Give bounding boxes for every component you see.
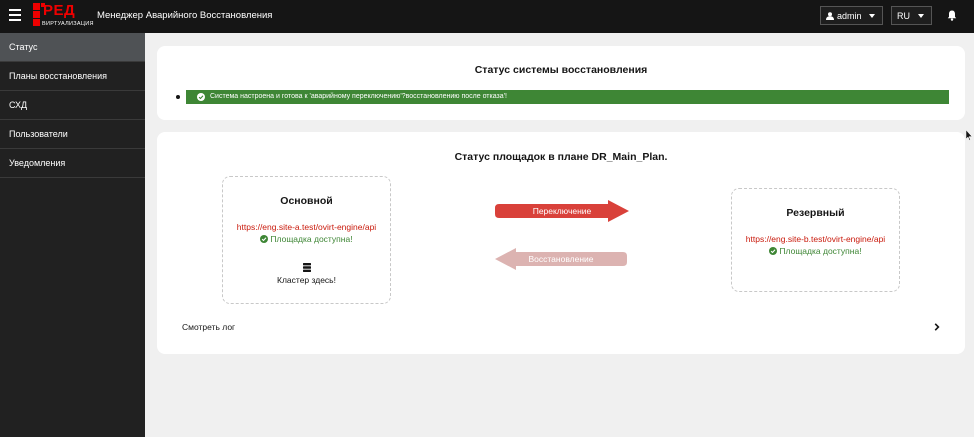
bell-icon[interactable]	[947, 10, 957, 21]
view-log-link[interactable]: Смотреть лог	[182, 322, 235, 332]
reserve-site-name: Резервный	[786, 207, 845, 219]
user-name: admin	[837, 11, 862, 21]
primary-cluster-label: Кластер здесь!	[277, 275, 336, 285]
status-alert: Система настроена и готова к 'аварийному…	[186, 90, 949, 104]
list-bullet	[176, 95, 180, 99]
menu-icon[interactable]	[9, 9, 21, 21]
chevron-right-icon[interactable]	[934, 323, 940, 331]
mouse-cursor-icon	[966, 130, 972, 141]
check-circle-icon	[769, 247, 778, 255]
logo: РЕД ВИРТУАЛИЗАЦИЯ	[33, 2, 93, 29]
sidebar-item-notifications[interactable]: Уведомления	[0, 149, 145, 178]
failback-label: Восстановление	[528, 254, 594, 264]
failover-label: Переключение	[532, 206, 592, 216]
sidebar-item-users[interactable]: Пользователи	[0, 120, 145, 149]
reserve-site-status-text: Площадка доступна!	[779, 246, 862, 256]
user-dropdown[interactable]: admin	[820, 6, 883, 25]
app-title: Менеджер Аварийного Восстановления	[97, 10, 273, 21]
main-content: Статус системы восстановления Система на…	[145, 33, 974, 437]
logo-text: РЕД	[43, 2, 76, 19]
primary-site-status: Площадка доступна!	[223, 234, 390, 244]
check-circle-icon	[260, 235, 269, 243]
chevron-down-icon	[918, 14, 924, 18]
sidebar-item-storage[interactable]: СХД	[0, 91, 145, 120]
reserve-site-card: Резервный https://eng.site-b.test/ovirt-…	[731, 188, 900, 292]
top-bar: РЕД ВИРТУАЛИЗАЦИЯ Менеджер Аварийного Во…	[0, 0, 974, 33]
system-status-title: Статус системы восстановления	[474, 64, 648, 76]
chevron-down-icon	[869, 14, 875, 18]
sidebar-item-recovery-plans[interactable]: Планы восстановления	[0, 62, 145, 91]
language-dropdown[interactable]: RU	[891, 6, 932, 25]
primary-site-url[interactable]: https://eng.site-a.test/ovirt-engine/api	[223, 222, 390, 232]
database-icon	[303, 263, 311, 272]
system-status-card: Статус системы восстановления Система на…	[157, 46, 965, 120]
sidebar-item-status[interactable]: Статус	[0, 33, 145, 62]
logo-subtext: ВИРТУАЛИЗАЦИЯ	[42, 21, 94, 27]
user-icon	[826, 12, 834, 20]
plan-status-title: Статус площадок в плане DR_Main_Plan.	[454, 151, 668, 163]
reserve-site-url[interactable]: https://eng.site-b.test/ovirt-engine/api	[732, 234, 899, 244]
status-alert-text: Система настроена и готова к 'аварийному…	[210, 93, 507, 100]
primary-site-name: Основной	[280, 195, 333, 207]
reserve-site-status: Площадка доступна!	[732, 246, 899, 256]
sidebar: Статус Планы восстановления СХД Пользова…	[0, 33, 145, 437]
failback-button[interactable]: Восстановление	[495, 248, 627, 270]
failover-button[interactable]: Переключение	[495, 200, 629, 222]
plan-status-card: Статус площадок в плане DR_Main_Plan. Ос…	[157, 132, 965, 354]
primary-site-card: Основной https://eng.site-a.test/ovirt-e…	[222, 176, 391, 304]
check-circle-icon	[197, 93, 205, 101]
primary-site-status-text: Площадка доступна!	[270, 234, 353, 244]
language-value: RU	[897, 11, 910, 21]
